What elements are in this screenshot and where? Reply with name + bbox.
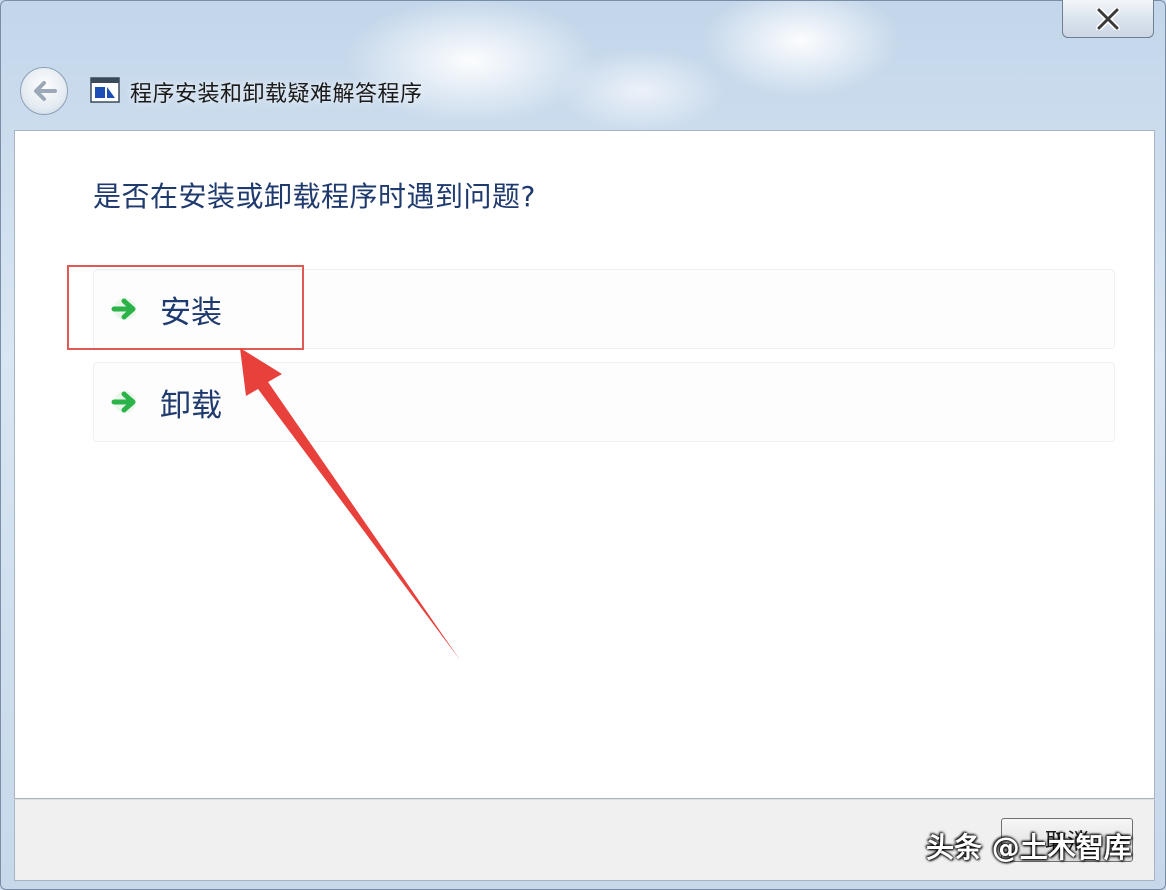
watermark: 头条 @土木智库 [926, 831, 1132, 864]
annotation-arrow [240, 348, 460, 660]
